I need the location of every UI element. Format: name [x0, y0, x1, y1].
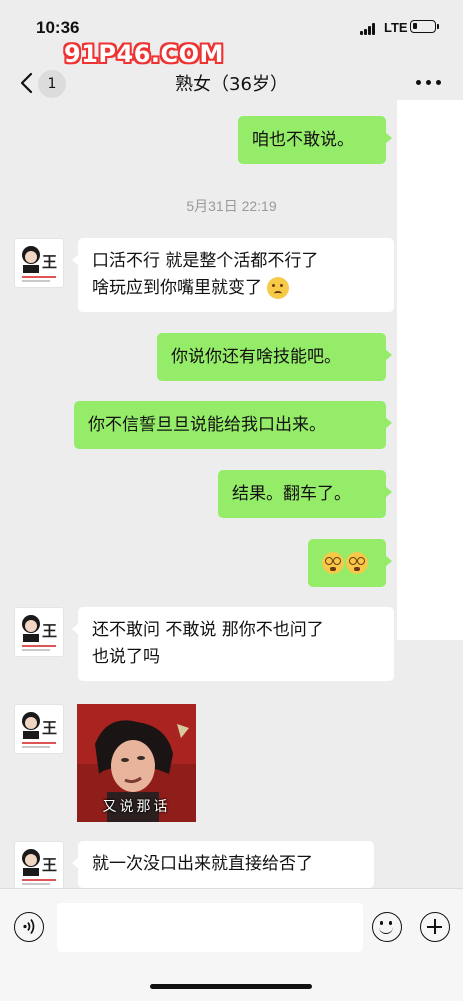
dizzy-emoji-icon: [322, 552, 344, 574]
avatar-glyph: 王: [42, 719, 58, 737]
more-dots-icon[interactable]: [416, 80, 442, 86]
message-text: 还不敢问 不敢说 那你不也问了: [92, 620, 324, 640]
message-timestamp: 5月31日 22:19: [186, 198, 277, 214]
sent-message[interactable]: 咱也不敢说。: [238, 116, 392, 164]
avatar-glyph: 王: [42, 253, 58, 271]
message-input[interactable]: [57, 903, 363, 952]
message-text: 口活不行 就是整个活都不行了: [92, 251, 319, 271]
battery-icon: [410, 20, 439, 33]
dizzy-emoji-icon: [346, 552, 368, 574]
avatar-glyph: 王: [42, 622, 58, 640]
message-text: 就一次没口出来就直接给否了: [92, 854, 313, 874]
home-indicator: [150, 984, 312, 989]
message-text: 啥玩应到你嘴里就变了: [92, 278, 262, 298]
received-message[interactable]: 还不敢问 不敢说 那你不也问了 也说了吗: [72, 607, 394, 681]
sent-message[interactable]: 你说你还有啥技能吧。: [157, 333, 392, 381]
message-text: 也说了吗: [92, 647, 160, 667]
network-type: LTE: [384, 20, 408, 35]
side-panel: [397, 100, 463, 640]
message-text: 咱也不敢说。: [252, 130, 354, 150]
sent-message[interactable]: 结果。翻车了。: [218, 470, 392, 518]
avatar[interactable]: 王: [14, 704, 64, 754]
sent-message[interactable]: 你不信誓旦旦说能给我口出来。: [74, 401, 392, 449]
chat-header: 1 熟女（36岁）: [0, 58, 463, 108]
confused-emoji-icon: [267, 277, 290, 299]
status-time: 10:36: [36, 18, 80, 37]
voice-icon[interactable]: [14, 912, 44, 942]
signal-icon: [360, 23, 378, 35]
chat-title: 熟女（36岁）: [175, 74, 288, 95]
plus-icon[interactable]: [420, 912, 450, 942]
message-text: 结果。翻车了。: [232, 484, 351, 504]
meme-sticker[interactable]: 又说那话: [77, 704, 196, 822]
message-text: 你不信誓旦旦说能给我口出来。: [88, 415, 326, 435]
received-message[interactable]: 就一次没口出来就直接给否了: [72, 841, 374, 888]
avatar[interactable]: 王: [14, 607, 64, 657]
avatar-glyph: 王: [42, 856, 58, 874]
received-message[interactable]: 口活不行 就是整个活都不行了 啥玩应到你嘴里就变了: [72, 238, 394, 312]
avatar[interactable]: 王: [14, 238, 64, 288]
meme-caption: 又说那话: [102, 799, 171, 815]
avatar[interactable]: 王: [14, 841, 64, 891]
emoji-icon[interactable]: [372, 912, 402, 942]
message-text: 你说你还有啥技能吧。: [171, 347, 341, 367]
sent-emoji-message[interactable]: [308, 539, 392, 587]
